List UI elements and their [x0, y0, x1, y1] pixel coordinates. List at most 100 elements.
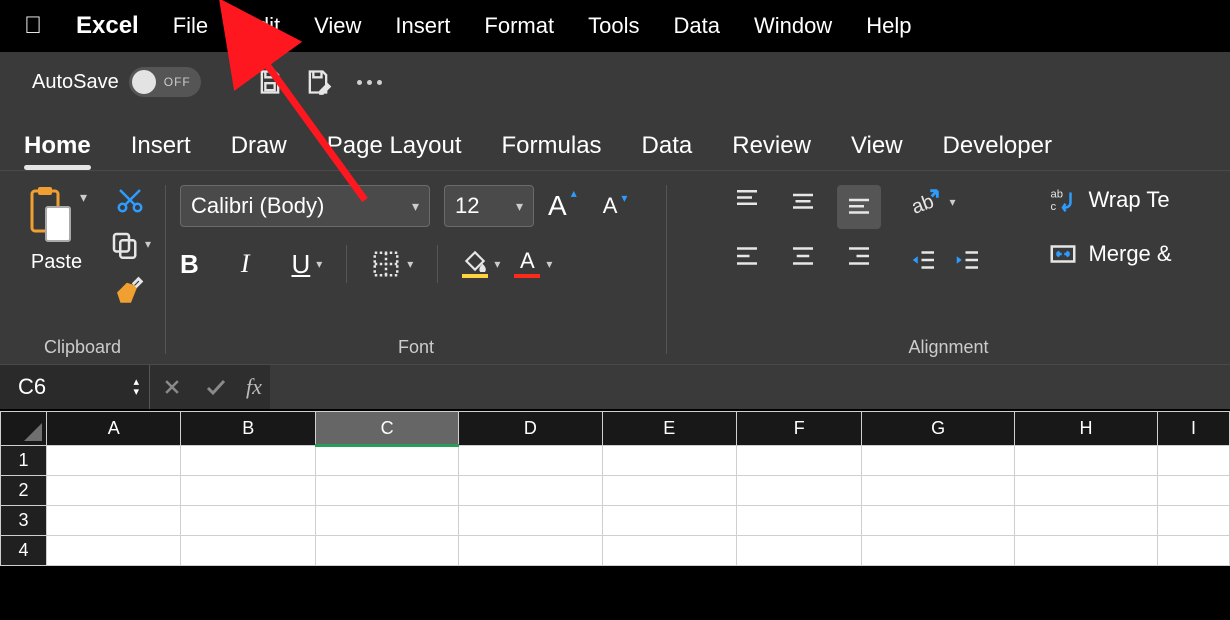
spreadsheet-grid[interactable]: A B C D E F G H I 1 2 3 4 — [0, 411, 1230, 620]
cell[interactable] — [602, 506, 736, 536]
align-left-icon[interactable] — [725, 241, 769, 285]
col-header-B[interactable]: B — [181, 412, 315, 446]
tab-formulas[interactable]: Formulas — [502, 132, 602, 170]
cell[interactable] — [315, 446, 458, 476]
cell[interactable] — [47, 536, 181, 566]
name-box-stepper[interactable]: ▴▾ — [133, 377, 139, 397]
fill-color-button[interactable]: ▾ — [462, 250, 500, 278]
col-header-A[interactable]: A — [47, 412, 181, 446]
tab-draw[interactable]: Draw — [231, 132, 287, 170]
cell[interactable] — [47, 476, 181, 506]
cell[interactable] — [1158, 506, 1230, 536]
col-header-E[interactable]: E — [602, 412, 736, 446]
menu-window[interactable]: Window — [754, 13, 832, 39]
autosave-toggle[interactable]: AutoSave OFF — [32, 67, 201, 97]
cell[interactable] — [47, 506, 181, 536]
italic-button[interactable]: I — [241, 249, 250, 279]
cell[interactable] — [315, 536, 458, 566]
menu-help[interactable]: Help — [866, 13, 911, 39]
cell[interactable] — [602, 536, 736, 566]
cell[interactable] — [602, 476, 736, 506]
menu-format[interactable]: Format — [484, 13, 554, 39]
fx-label[interactable]: fx — [238, 374, 270, 400]
tab-data[interactable]: Data — [642, 132, 693, 170]
col-header-G[interactable]: G — [862, 412, 1014, 446]
cell[interactable] — [862, 476, 1014, 506]
align-top-icon[interactable] — [725, 185, 769, 229]
name-box[interactable]: C6 ▴▾ — [0, 365, 150, 409]
row-header-4[interactable]: 4 — [1, 536, 47, 566]
customize-qat-icon[interactable] — [357, 80, 382, 85]
decrease-indent-icon[interactable] — [909, 245, 939, 275]
row-header-3[interactable]: 3 — [1, 506, 47, 536]
cell[interactable] — [1014, 476, 1157, 506]
cell[interactable] — [1158, 536, 1230, 566]
menu-tools[interactable]: Tools — [588, 13, 639, 39]
increase-font-icon[interactable]: A▴ — [548, 190, 567, 222]
select-all-corner[interactable] — [1, 412, 47, 446]
cell[interactable] — [47, 446, 181, 476]
col-header-F[interactable]: F — [737, 412, 862, 446]
cell[interactable] — [181, 536, 315, 566]
borders-button[interactable]: ▾ — [371, 249, 413, 279]
row-header-2[interactable]: 2 — [1, 476, 47, 506]
decrease-font-icon[interactable]: A▾ — [603, 193, 618, 219]
tab-home[interactable]: Home — [24, 132, 91, 170]
tab-insert[interactable]: Insert — [131, 132, 191, 170]
cell[interactable] — [459, 536, 602, 566]
merge-center-button[interactable]: Merge & — [1048, 239, 1171, 269]
wrap-text-button[interactable]: ab c Wrap Te — [1048, 185, 1171, 215]
cancel-formula-icon[interactable] — [150, 365, 194, 409]
apple-menu-icon[interactable]:  — [24, 12, 42, 40]
align-right-icon[interactable] — [837, 241, 881, 285]
tab-view[interactable]: View — [851, 132, 903, 170]
tab-review[interactable]: Review — [732, 132, 811, 170]
font-color-button[interactable]: A ▾ — [514, 250, 552, 278]
cell[interactable] — [1014, 506, 1157, 536]
cell[interactable] — [737, 446, 862, 476]
save-as-icon[interactable] — [303, 67, 333, 97]
cell[interactable] — [459, 506, 602, 536]
align-bottom-icon[interactable] — [837, 185, 881, 229]
underline-button[interactable]: U ▾ — [291, 249, 322, 280]
cell[interactable] — [1158, 446, 1230, 476]
increase-indent-icon[interactable] — [953, 245, 983, 275]
paste-button[interactable]: ▾ Paste — [14, 185, 99, 274]
font-size-dropdown[interactable]: 12 ▾ — [444, 185, 534, 227]
col-header-D[interactable]: D — [459, 412, 602, 446]
cell[interactable] — [862, 446, 1014, 476]
col-header-I[interactable]: I — [1158, 412, 1230, 446]
orientation-button[interactable]: ab ▾ — [909, 185, 983, 219]
bold-button[interactable]: B — [180, 249, 199, 280]
font-name-dropdown[interactable]: Calibri (Body) ▾ — [180, 185, 430, 227]
cell[interactable] — [862, 536, 1014, 566]
cell[interactable] — [602, 446, 736, 476]
copy-caret-icon[interactable]: ▾ — [145, 237, 151, 251]
menu-file[interactable]: File — [173, 13, 208, 39]
tab-page-layout[interactable]: Page Layout — [327, 132, 462, 170]
paste-caret-icon[interactable]: ▾ — [80, 185, 87, 206]
cell[interactable] — [459, 446, 602, 476]
cell[interactable] — [1014, 536, 1157, 566]
cut-icon[interactable] — [115, 185, 145, 215]
save-icon[interactable] — [255, 67, 285, 97]
cell[interactable] — [181, 506, 315, 536]
cell[interactable] — [181, 446, 315, 476]
cell[interactable] — [315, 476, 458, 506]
col-header-C[interactable]: C — [315, 412, 458, 446]
copy-button[interactable]: ▾ — [109, 229, 151, 259]
menu-edit[interactable]: Edit — [242, 13, 280, 39]
formula-input[interactable] — [270, 365, 1230, 409]
cell[interactable] — [181, 476, 315, 506]
cell[interactable] — [1014, 446, 1157, 476]
cell[interactable] — [737, 506, 862, 536]
cell[interactable] — [737, 476, 862, 506]
cell[interactable] — [459, 476, 602, 506]
app-name[interactable]: Excel — [76, 12, 139, 40]
autosave-switch[interactable]: OFF — [129, 67, 201, 97]
menu-data[interactable]: Data — [673, 13, 719, 39]
align-center-icon[interactable] — [781, 241, 825, 285]
menu-view[interactable]: View — [314, 13, 361, 39]
format-painter-icon[interactable] — [113, 273, 147, 307]
menu-insert[interactable]: Insert — [395, 13, 450, 39]
